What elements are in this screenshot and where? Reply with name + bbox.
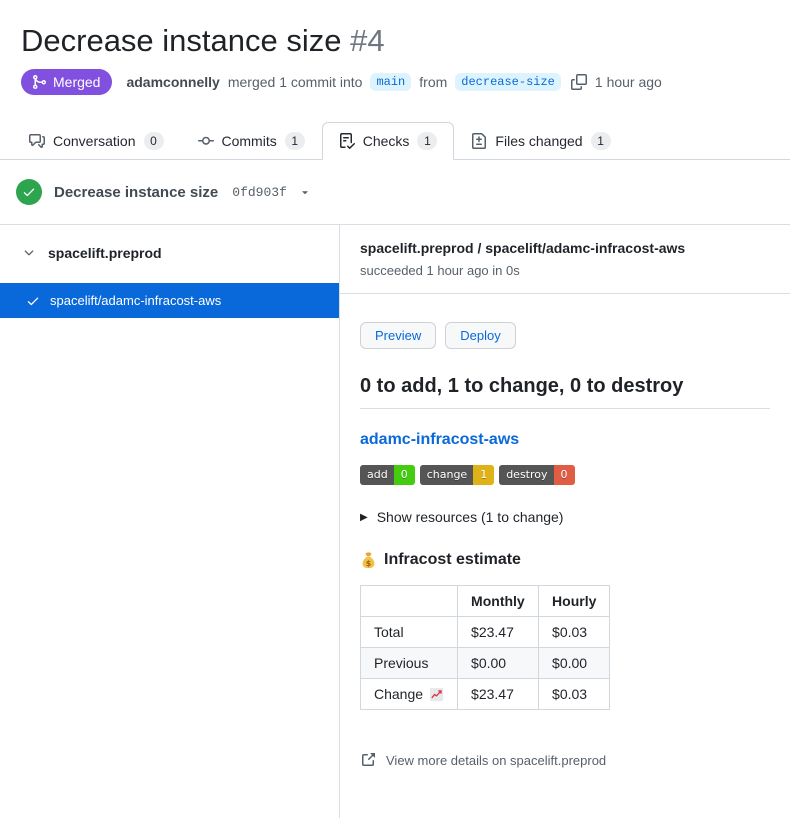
- badge-value: 1: [473, 465, 494, 485]
- sidebar-item-label: spacelift/adamc-infracost-aws: [50, 293, 221, 308]
- infracost-heading: $ Infracost estimate: [360, 551, 770, 569]
- tab-counter: 1: [285, 132, 305, 150]
- checklist-icon: [339, 133, 355, 149]
- hourly-value: $0.00: [539, 648, 610, 679]
- infracost-heading-label: Infracost estimate: [384, 551, 521, 569]
- view-more-details-link[interactable]: View more details on spacelift.preprod: [360, 752, 770, 768]
- run-actions: Preview Deploy: [360, 322, 770, 349]
- sidebar-item-adamc-infracost-aws[interactable]: spacelift/adamc-infracost-aws: [0, 283, 339, 318]
- checks-panes: spacelift.preprod spacelift/adamc-infrac…: [0, 225, 790, 818]
- merged-state-label: Merged: [53, 74, 100, 90]
- row-label: Change: [361, 679, 458, 710]
- table-header-row: Monthly Hourly: [361, 586, 610, 617]
- svg-text:$: $: [366, 558, 372, 567]
- tab-label: Commits: [222, 133, 277, 149]
- stack-link[interactable]: adamc-infracost-aws: [360, 431, 770, 449]
- badge-label: change: [420, 465, 473, 485]
- page-title: Decrease instance size #4: [21, 22, 769, 59]
- run-body: Preview Deploy 0 to add, 1 to change, 0 …: [340, 294, 790, 768]
- success-check-circle: [16, 179, 42, 205]
- plan-summary-heading: 0 to add, 1 to change, 0 to destroy: [360, 373, 770, 409]
- checks-sidebar: spacelift.preprod spacelift/adamc-infrac…: [0, 225, 340, 818]
- column-header-monthly: Monthly: [458, 586, 539, 617]
- merge-text-2: from: [419, 74, 447, 90]
- badge-change: change 1: [420, 465, 494, 485]
- row-label: Total: [361, 617, 458, 648]
- row-label-text: Change: [374, 686, 423, 702]
- tab-label: Files changed: [495, 133, 582, 149]
- monthly-value: $0.00: [458, 648, 539, 679]
- badge-add: add 0: [360, 465, 415, 485]
- commit-sha[interactable]: 0fd903f: [232, 185, 287, 200]
- run-status-line: succeeded 1 hour ago in 0s: [360, 263, 770, 279]
- external-link-icon: [360, 752, 376, 768]
- table-row-previous: Previous $0.00 $0.00: [361, 648, 610, 679]
- money-bag-icon: $: [360, 552, 377, 569]
- tab-checks[interactable]: Checks 1: [322, 122, 455, 160]
- deploy-button[interactable]: Deploy: [445, 322, 515, 349]
- column-header-empty: [361, 586, 458, 617]
- git-merge-icon: [31, 74, 47, 90]
- tab-conversation[interactable]: Conversation 0: [12, 122, 181, 160]
- badge-value: 0: [554, 465, 575, 485]
- git-commit-icon: [198, 133, 214, 149]
- tab-counter: 1: [591, 132, 611, 150]
- infracost-table: Monthly Hourly Total $23.47 $0.03 Previo…: [360, 585, 610, 710]
- commit-dropdown-caret-icon[interactable]: [299, 186, 311, 198]
- preview-button[interactable]: Preview: [360, 322, 436, 349]
- chart-increasing-icon: [429, 687, 444, 702]
- column-header-hourly: Hourly: [539, 586, 610, 617]
- show-resources-toggle[interactable]: ▶ Show resources (1 to change): [360, 509, 770, 525]
- merged-time: 1 hour ago: [595, 74, 662, 90]
- check-run-pane: spacelift.preprod / spacelift/adamc-infr…: [340, 225, 790, 818]
- tab-label: Conversation: [53, 133, 136, 149]
- author-login[interactable]: adamconnelly: [126, 74, 219, 90]
- merge-text-1: merged 1 commit into: [228, 74, 363, 90]
- copy-branch-icon[interactable]: [571, 74, 587, 90]
- plan-badges: add 0 change 1 destroy 0: [360, 465, 770, 485]
- chevron-down-icon: [22, 246, 36, 260]
- pr-tab-bar: Conversation 0 Commits 1 Checks 1 Files …: [0, 122, 790, 160]
- show-resources-label: Show resources (1 to change): [377, 509, 564, 525]
- sidebar-group-spacelift-preprod[interactable]: spacelift.preprod: [0, 225, 339, 261]
- comment-discussion-icon: [29, 133, 45, 149]
- merged-state-badge: Merged: [21, 69, 112, 95]
- tab-counter: 1: [417, 132, 437, 150]
- head-branch-label[interactable]: decrease-size: [455, 73, 561, 91]
- badge-destroy: destroy 0: [499, 465, 574, 485]
- checks-run-title: Decrease instance size: [54, 184, 218, 201]
- checks-header: Decrease instance size 0fd903f: [0, 160, 790, 225]
- table-row-change: Change $23.47 $0.03: [361, 679, 610, 710]
- row-label: Previous: [361, 648, 458, 679]
- sidebar-group-label: spacelift.preprod: [48, 245, 162, 261]
- tab-label: Checks: [363, 133, 410, 149]
- badge-label: destroy: [499, 465, 553, 485]
- base-branch-label[interactable]: main: [370, 73, 411, 91]
- file-diff-icon: [471, 133, 487, 149]
- run-breadcrumb: spacelift.preprod / spacelift/adamc-infr…: [360, 239, 770, 257]
- tab-commits[interactable]: Commits 1: [181, 122, 322, 160]
- pr-number: #4: [350, 23, 384, 58]
- triangle-right-icon: ▶: [360, 512, 368, 523]
- tab-files-changed[interactable]: Files changed 1: [454, 122, 627, 160]
- table-row-total: Total $23.47 $0.03: [361, 617, 610, 648]
- badge-value: 0: [394, 465, 415, 485]
- pr-header: Decrease instance size #4 Merged adamcon…: [0, 0, 790, 95]
- pr-meta-row: Merged adamconnelly merged 1 commit into…: [21, 69, 769, 95]
- hourly-value: $0.03: [539, 617, 610, 648]
- check-icon: [26, 294, 40, 308]
- run-header: spacelift.preprod / spacelift/adamc-infr…: [340, 225, 790, 294]
- tab-counter: 0: [144, 132, 164, 150]
- hourly-value: $0.03: [539, 679, 610, 710]
- monthly-value: $23.47: [458, 617, 539, 648]
- pr-title-text: Decrease instance size: [21, 23, 342, 58]
- view-more-details-label: View more details on spacelift.preprod: [386, 753, 606, 768]
- badge-label: add: [360, 465, 394, 485]
- monthly-value: $23.47: [458, 679, 539, 710]
